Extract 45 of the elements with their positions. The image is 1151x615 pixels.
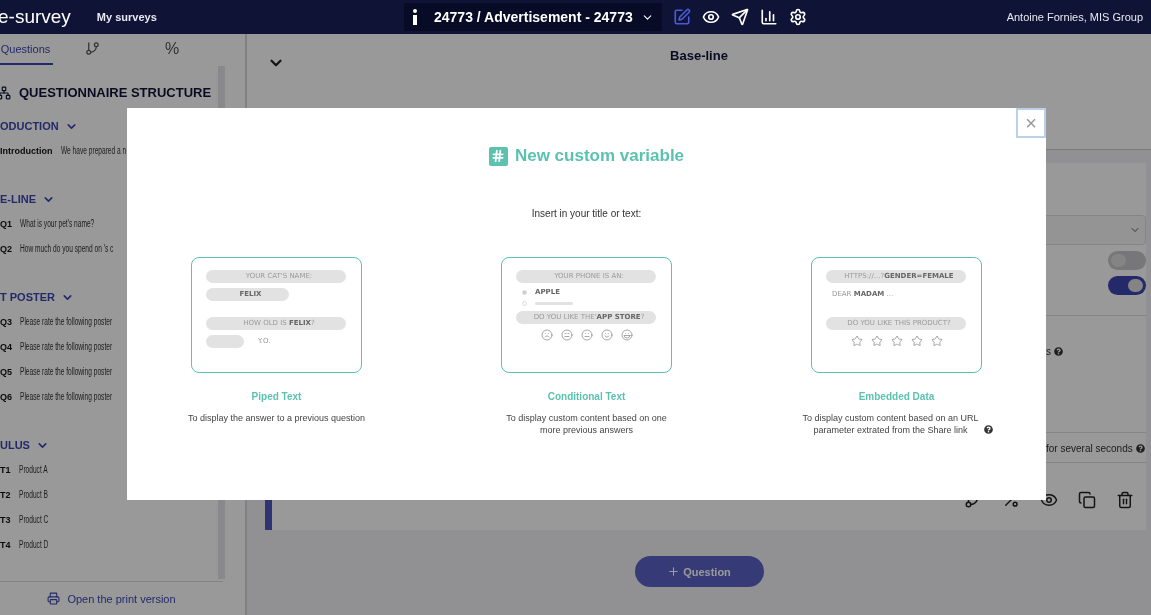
question-text[interactable]: We have prepared a n <box>60 145 126 156</box>
user-name[interactable]: Antoine Fornies, MIS Group <box>1006 11 1143 23</box>
add-question-button[interactable]: Question <box>634 556 764 587</box>
question-text[interactable]: Product D <box>18 539 48 550</box>
survey-selector[interactable]: 24773 / Advertisement - 24773 <box>404 3 662 31</box>
section-title[interactable]: ULUS <box>0 433 49 457</box>
question-text[interactable]: Please rate the following poster <box>20 391 113 402</box>
question-text[interactable]: Please rate the following poster <box>20 341 113 352</box>
section-title[interactable]: ODUCTION <box>0 114 78 138</box>
question-code[interactable]: T1 <box>0 464 11 475</box>
question-text[interactable]: Product B <box>18 489 48 500</box>
question-code[interactable]: T4 <box>0 539 11 550</box>
panel-heading: QUESTIONNAIRE STRUCTURE <box>19 85 212 100</box>
nav-link[interactable]: My surveys <box>96 11 157 23</box>
question-code[interactable]: T2 <box>0 489 11 500</box>
option-label: s <box>1046 346 1051 357</box>
question-text[interactable]: Please rate the following poster <box>20 316 113 327</box>
print-link[interactable]: Open the print version <box>47 592 176 605</box>
modal-title: New custom variable <box>514 146 685 166</box>
question-code[interactable]: Q5 <box>0 366 12 377</box>
question-code[interactable]: T3 <box>0 514 11 525</box>
question-text[interactable]: Product A <box>18 464 48 475</box>
section-title[interactable]: T POSTER <box>0 285 74 309</box>
instruction-text: Insert in your title or text: <box>531 208 642 219</box>
question-text[interactable]: Please rate the following poster <box>20 366 113 377</box>
question-code[interactable]: Q1 <box>0 218 12 229</box>
section-title: Base-line <box>670 48 728 64</box>
option-title: Conditional Text <box>547 391 626 402</box>
question-text[interactable]: What is your pet's name? <box>20 218 95 229</box>
question-code[interactable]: Q3 <box>0 316 12 327</box>
question-code[interactable]: Introduction <box>0 145 53 156</box>
sidebar-tab[interactable]: % <box>133 34 213 65</box>
option-label: for several seconds <box>1046 443 1133 454</box>
option-description: To display custom content based on an URL parameter extrated from the Share link <box>801 412 980 436</box>
sidebar-tab[interactable]: Questions <box>0 34 53 65</box>
section-title[interactable]: E-LINE <box>0 187 56 211</box>
question-code[interactable]: Q2 <box>0 243 12 254</box>
option-description: To display the answer to a previous question <box>187 412 366 424</box>
option-title: Piped Text <box>251 391 302 402</box>
question-text[interactable]: How much do you spend on 's c <box>20 243 114 254</box>
question-text[interactable]: Product C <box>18 514 48 525</box>
option-description: To display custom content based on one more previous answers <box>505 412 668 436</box>
question-code[interactable]: Q4 <box>0 341 12 352</box>
question-code[interactable]: Q6 <box>0 391 12 402</box>
option-title: Embedded Data <box>858 391 935 402</box>
